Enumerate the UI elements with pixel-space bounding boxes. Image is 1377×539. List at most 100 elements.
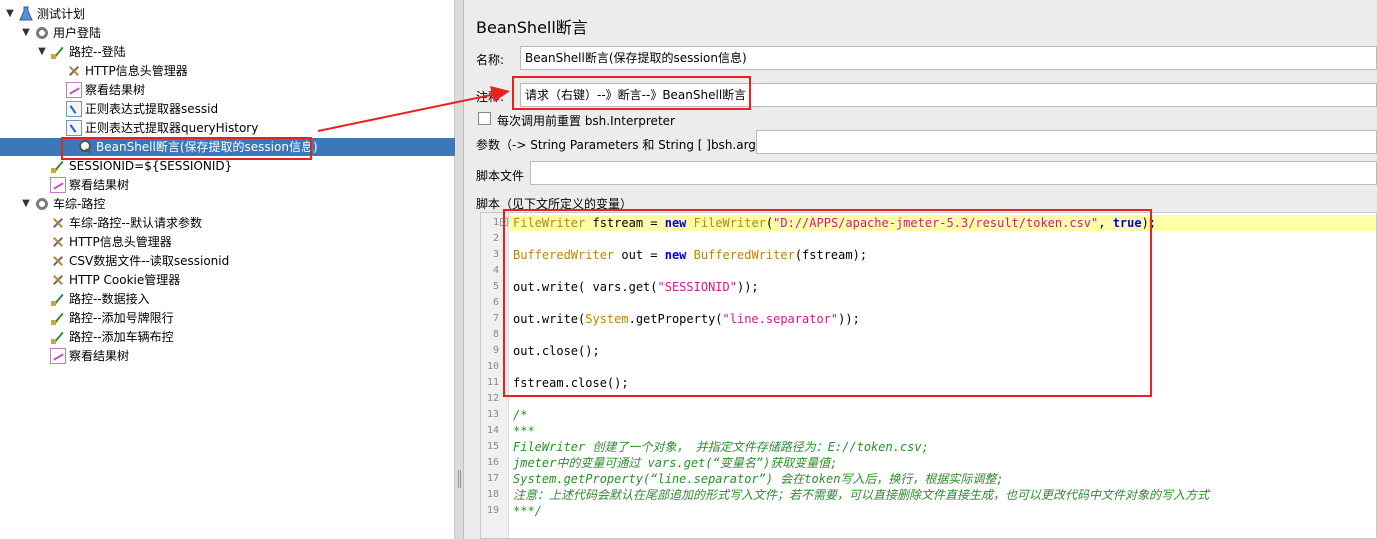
tree-item[interactable]: 路控--数据接入 — [36, 290, 150, 308]
tree-item[interactable]: SESSIONID=${SESSIONID} — [36, 157, 232, 175]
comment-line-16[interactable]: jmeter中的变量可通过 vars.get(“变量名”)获取变量值; — [509, 455, 1376, 471]
reset-interpreter-checkbox[interactable] — [478, 112, 491, 125]
line-number: 11 — [486, 377, 499, 388]
expand-toggle-icon[interactable]: ▼ — [36, 46, 48, 58]
line-number: 2 — [492, 233, 499, 244]
fold-toggle-icon[interactable]: − — [500, 218, 508, 226]
name-field[interactable]: BeanShell断言(保存提取的session信息) — [520, 46, 1377, 70]
line-number: 9 — [492, 345, 499, 356]
line-number: 5 — [492, 281, 499, 292]
code-line-7[interactable]: out.write(System.getProperty("line.separ… — [509, 311, 1376, 327]
wrench-icon — [50, 215, 66, 231]
tree-item[interactable]: ▼ 测试计划 — [4, 5, 85, 23]
tree-item[interactable]: 路控--添加号牌限行 — [36, 309, 174, 327]
code-line-11[interactable]: fstream.close(); — [509, 375, 1376, 391]
tree-item-label: 用户登陆 — [53, 26, 102, 40]
expand-toggle-icon[interactable]: ▼ — [20, 27, 32, 39]
comment-field[interactable]: 请求（右键）--》断言--》BeanShell断言 — [520, 83, 1377, 107]
graph-icon — [50, 177, 66, 193]
tree-item[interactable]: HTTP信息头管理器 — [36, 233, 172, 251]
test-plan-tree[interactable]: ▼ 测试计划 ▼ 用户登陆 ▼ 路控--登陆 HTTP信息头管理器 察看结果树 正则表达式提取器… — [0, 0, 455, 539]
extractor-icon — [66, 120, 82, 136]
line-number-gutter: − 1 2 3 4 5 6 7 8 9 10 11 12 13 14 15 16 17 18 19 — [481, 213, 509, 538]
wrench-icon — [66, 63, 82, 79]
broom-icon — [50, 310, 66, 326]
tree-item-label: 察看结果树 — [69, 349, 130, 363]
comment-line-14[interactable]: *** — [509, 423, 1376, 439]
graph-icon — [66, 82, 82, 98]
script-file-field[interactable] — [530, 161, 1377, 185]
comment-line-18[interactable]: 注意：上述代码会默认在尾部追加的形式写入文件；若不需要，可以直接删除文件直接生成… — [509, 487, 1376, 503]
tree-item[interactable]: HTTP Cookie管理器 — [36, 271, 180, 289]
expand-toggle-icon[interactable]: ▼ — [4, 8, 16, 20]
comment-line-17[interactable]: System.getProperty(“line.separator”) 会在t… — [509, 471, 1376, 487]
line-number: 16 — [486, 457, 499, 468]
code-line-5[interactable]: out.write( vars.get("SESSIONID")); — [509, 279, 1376, 295]
tree-item-label: HTTP Cookie管理器 — [69, 273, 181, 287]
line-number: 7 — [492, 313, 499, 324]
parameters-field[interactable] — [756, 130, 1377, 154]
line-number: 13 — [486, 409, 499, 420]
comment-line-19[interactable]: ***/ — [509, 503, 1376, 519]
comment-line-13[interactable]: /* — [509, 407, 1376, 423]
broom-icon — [50, 329, 66, 345]
wrench-icon — [50, 253, 66, 269]
tree-item[interactable]: ▼ 路控--登陆 — [36, 43, 126, 61]
graph-icon — [50, 348, 66, 364]
code-line-9[interactable]: out.close(); — [509, 343, 1376, 359]
tree-item-label: 路控--添加车辆布控 — [69, 330, 174, 344]
tree-item[interactable]: 车综-路控--默认请求参数 — [36, 214, 202, 232]
tree-item-label: 路控--数据接入 — [69, 292, 150, 306]
tree-item[interactable]: HTTP信息头管理器 — [52, 62, 188, 80]
extractor-icon — [66, 101, 82, 117]
reset-interpreter-label: 每次调用前重置 bsh.Interpreter — [497, 114, 675, 128]
tree-item-label: 测试计划 — [37, 7, 86, 21]
line-number: 6 — [492, 297, 499, 308]
tree-item-label: 察看结果树 — [69, 178, 130, 192]
tree-item[interactable]: 正则表达式提取器sessid — [52, 100, 218, 118]
tree-item-label: 正则表达式提取器queryHistory — [85, 121, 259, 135]
tree-item[interactable]: 路控--添加车辆布控 — [36, 328, 174, 346]
panel-splitter[interactable] — [455, 0, 464, 539]
tree-item[interactable]: ▼ 用户登陆 — [20, 24, 101, 42]
line-number: 8 — [492, 329, 499, 340]
tree-item[interactable]: 正则表达式提取器queryHistory — [52, 119, 258, 137]
splitter-grip[interactable] — [458, 470, 461, 488]
comment-line-15[interactable]: FileWriter 创建了一个对象， 并指定文件存储路径为：E://token… — [509, 439, 1376, 455]
expand-toggle-icon[interactable]: ▼ — [20, 198, 32, 210]
tree-item[interactable]: 察看结果树 — [36, 176, 129, 194]
jmeter-window: ▼ 测试计划 ▼ 用户登陆 ▼ 路控--登陆 HTTP信息头管理器 察看结果树 正则表达式提取器… — [0, 0, 1377, 539]
panel-title: BeanShell断言 — [476, 18, 588, 37]
name-label: 名称: — [476, 53, 505, 67]
line-number: 17 — [486, 473, 499, 484]
code-line-3[interactable]: BufferedWriter out = new BufferedWriter(… — [509, 247, 1376, 263]
line-number: 14 — [486, 425, 499, 436]
parameters-label: 参数（-> String Parameters 和 String [ ]bsh.… — [476, 138, 775, 152]
script-editor[interactable]: − 1 2 3 4 5 6 7 8 9 10 11 12 13 14 15 16 17 18 19 FileWrit… — [480, 212, 1377, 539]
line-number: 15 — [486, 441, 499, 452]
tree-item-label: CSV数据文件--读取sessionid — [69, 254, 230, 268]
tree-item[interactable]: CSV数据文件--读取sessionid — [36, 252, 229, 270]
tree-item[interactable]: ▼ 车综-路控 — [20, 195, 105, 213]
script-file-label: 脚本文件 — [476, 169, 525, 183]
magnifier-icon — [77, 139, 93, 155]
broom-icon — [50, 44, 66, 60]
code-line-1[interactable]: FileWriter fstream = new FileWriter("D:/… — [509, 215, 1376, 231]
tree-item-label: HTTP信息头管理器 — [69, 235, 172, 249]
line-number: 4 — [492, 265, 499, 276]
comment-label: 注释: — [476, 90, 505, 104]
tree-item[interactable]: 察看结果树 — [52, 81, 145, 99]
tree-item[interactable]: BeanShell断言(保存提取的session信息) — [0, 138, 455, 156]
line-number: 18 — [486, 489, 499, 500]
tree-item[interactable]: 察看结果树 — [36, 347, 129, 365]
line-number: 1 — [492, 217, 499, 228]
